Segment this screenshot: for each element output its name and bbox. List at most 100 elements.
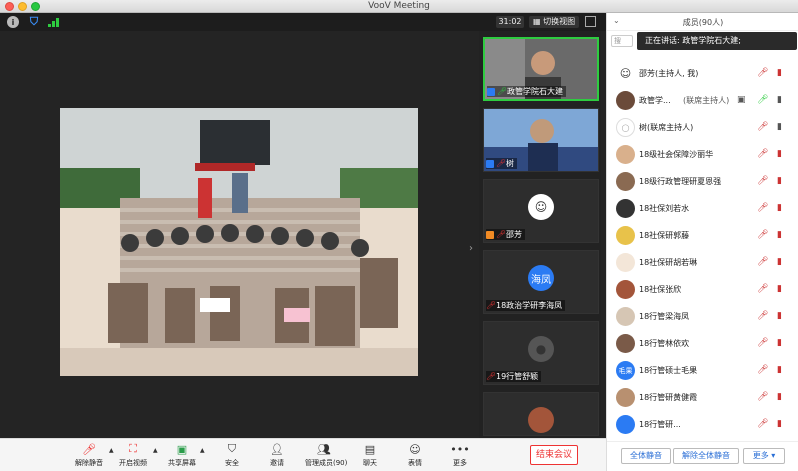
invite-button[interactable]: 👤︎ 邀请: [258, 442, 296, 468]
reactions-label: 表情: [408, 459, 422, 467]
mic-off-icon[interactable]: 🎤︎: [757, 203, 768, 213]
member-row[interactable]: 18社保研郭藤 🎤︎ ▮: [607, 222, 798, 249]
mic-off-icon[interactable]: 🎤︎: [757, 176, 768, 186]
switch-view-button[interactable]: ▦ 切换视图: [529, 16, 580, 28]
chevron-right-icon[interactable]: ›: [469, 243, 473, 254]
more-dots-icon: •••: [450, 442, 470, 456]
end-meeting-button[interactable]: 结束会议: [530, 445, 578, 465]
reactions-button[interactable]: ☺ 表情: [396, 442, 434, 468]
video-off-icon[interactable]: ▮: [777, 311, 782, 321]
member-row[interactable]: ◯ 树(联席主持人) 🎤︎ ▮: [607, 114, 798, 141]
avatar: [616, 253, 635, 272]
fullscreen-icon[interactable]: [585, 16, 596, 27]
mic-off-icon[interactable]: 🎤︎: [757, 230, 768, 240]
unmute-all-button[interactable]: 解除全体静音: [673, 448, 739, 464]
thumbnail-tile[interactable]: ● 🎤︎ 19行管舒颖: [483, 321, 599, 385]
members-panel-title: 成员(90人): [682, 18, 724, 27]
members-panel: ⌄ 成员(90人) 搜 正在讲话: 政管学院石大建; ☺ 邵芳(主持人, 我) …: [606, 13, 798, 471]
member-row[interactable]: ☺ 邵芳(主持人, 我) 🎤︎ ▮: [607, 60, 798, 87]
manage-members-label: 管理成员(90): [305, 459, 348, 467]
meeting-toolbar: 🎤︎ 解除静音 ▲ ⛶ 开启视频 ▲ ▣ 共享屏幕 ▲ ⛉ 安全 👤︎ 邀请 👥…: [0, 438, 606, 471]
mute-button[interactable]: 🎤︎ 解除静音: [70, 442, 108, 468]
screen-share-icon[interactable]: ▣: [737, 95, 746, 105]
video-off-icon[interactable]: ▮: [777, 338, 782, 348]
share-screen-label: 共享屏幕: [168, 459, 196, 467]
thumbnail-tile[interactable]: ☺ 🎤︎ 邵芳: [483, 179, 599, 243]
mic-off-icon[interactable]: 🎤︎: [757, 122, 768, 132]
chat-button[interactable]: ▤ 聊天: [351, 442, 389, 468]
video-off-icon[interactable]: ▮: [777, 149, 782, 159]
mic-on-icon: 🎤︎: [497, 86, 508, 96]
panel-more-button[interactable]: 更多 ▾: [743, 448, 785, 464]
thumbnail-tile[interactable]: [483, 392, 599, 436]
thumbnail-tile[interactable]: 🎤︎ 政管学院石大建: [483, 37, 599, 101]
thumbnail-tile[interactable]: 🎤︎ 树: [483, 108, 599, 172]
member-row[interactable]: 18行管研... 🎤︎ ▮: [607, 411, 798, 441]
thumbnail-tile[interactable]: 海凤 🎤︎ 18政治学研李海凤: [483, 250, 599, 314]
member-name: 18行管研...: [639, 420, 681, 429]
mute-label: 解除静音: [75, 459, 103, 467]
mic-off-icon[interactable]: 🎤︎: [757, 284, 768, 294]
member-row[interactable]: 18社保张欣 🎤︎ ▮: [607, 276, 798, 303]
user-icon: [487, 87, 495, 96]
video-off-icon[interactable]: ▮: [777, 230, 782, 240]
share-options-caret-icon[interactable]: ▲: [200, 447, 205, 454]
video-off-icon[interactable]: ▮: [777, 419, 782, 429]
mic-off-icon[interactable]: 🎤︎: [757, 392, 768, 402]
member-search-input[interactable]: 搜: [611, 35, 633, 47]
video-off-icon[interactable]: ▮: [777, 203, 782, 213]
thumbnail-label: 🎤︎ 树: [486, 158, 517, 169]
mic-off-icon[interactable]: 🎤︎: [757, 257, 768, 267]
video-on-icon[interactable]: ▮: [777, 122, 782, 132]
smile-icon: ☺: [409, 442, 421, 456]
thumbnail-strip: 🎤︎ 政管学院石大建 🎤︎ 树 ☺ 🎤︎ 邵芳 海凤 🎤︎ 18政治学研李海凤: [479, 31, 601, 438]
window-title: VooV Meeting: [368, 1, 430, 11]
member-row[interactable]: 18行管林依欢 🎤︎ ▮: [607, 330, 798, 357]
thumbnail-label: 🎤︎ 邵芳: [486, 229, 525, 240]
thumbnail-name: 树: [506, 159, 514, 168]
avatar: ☺: [616, 64, 635, 83]
member-row[interactable]: 18社保刘若水 🎤︎ ▮: [607, 195, 798, 222]
mic-off-icon[interactable]: 🎤︎: [757, 311, 768, 321]
video-off-icon[interactable]: ▮: [777, 176, 782, 186]
avatar: [616, 91, 635, 110]
member-row[interactable]: 18级行政管理研夏恩强 🎤︎ ▮: [607, 168, 798, 195]
mic-off-icon: 🎤︎: [496, 158, 507, 168]
member-row[interactable]: 18社保研胡若琳 🎤︎ ▮: [607, 249, 798, 276]
manage-members-button[interactable]: 👥︎ 管理成员(90): [305, 442, 348, 468]
avatar: [616, 388, 635, 407]
video-off-icon[interactable]: ▮: [777, 365, 782, 375]
audio-options-caret-icon[interactable]: ▲: [109, 447, 114, 454]
mute-all-button[interactable]: 全体静音: [621, 448, 671, 464]
signal-icon[interactable]: [47, 17, 59, 27]
members-panel-header: ⌄ 成员(90人): [607, 13, 798, 31]
member-name: 邵芳(主持人, 我): [639, 69, 699, 78]
mic-off-icon[interactable]: 🎤︎: [757, 149, 768, 159]
title-bar: VooV Meeting: [0, 0, 798, 13]
main-video: [60, 108, 418, 376]
security-shield-icon: ⛉: [227, 442, 237, 455]
video-off-icon[interactable]: ▮: [777, 68, 782, 78]
share-screen-button[interactable]: ▣ 共享屏幕: [163, 442, 201, 468]
security-button[interactable]: ⛉ 安全: [213, 442, 251, 468]
mic-off-icon[interactable]: 🎤︎: [757, 338, 768, 348]
video-on-icon[interactable]: ▮: [777, 95, 782, 105]
member-row[interactable]: 政管学... (联席主持人) ▣ 🎤︎ ▮: [607, 87, 798, 114]
mic-on-icon[interactable]: 🎤︎: [757, 95, 768, 105]
shield-icon[interactable]: ⛉: [28, 15, 40, 28]
mic-off-icon[interactable]: 🎤︎: [757, 419, 768, 429]
info-icon[interactable]: i: [7, 16, 19, 28]
mic-off-icon[interactable]: 🎤︎: [757, 365, 768, 375]
member-row[interactable]: 毛果 18行管硕士毛果 🎤︎ ▮: [607, 357, 798, 384]
chat-icon: ▤: [364, 442, 376, 456]
member-row[interactable]: 18行管梁海凤 🎤︎ ▮: [607, 303, 798, 330]
video-options-caret-icon[interactable]: ▲: [153, 447, 158, 454]
mic-off-icon[interactable]: 🎤︎: [757, 68, 768, 78]
member-row[interactable]: 18行管研黄健霞 🎤︎ ▮: [607, 384, 798, 411]
video-off-icon[interactable]: ▮: [777, 284, 782, 294]
member-row[interactable]: 18级社会保障沙丽华 🎤︎ ▮: [607, 141, 798, 168]
video-off-icon[interactable]: ▮: [777, 257, 782, 267]
video-button[interactable]: ⛶ 开启视频: [114, 442, 152, 468]
video-off-icon[interactable]: ▮: [777, 392, 782, 402]
more-button[interactable]: ••• 更多: [441, 442, 479, 468]
